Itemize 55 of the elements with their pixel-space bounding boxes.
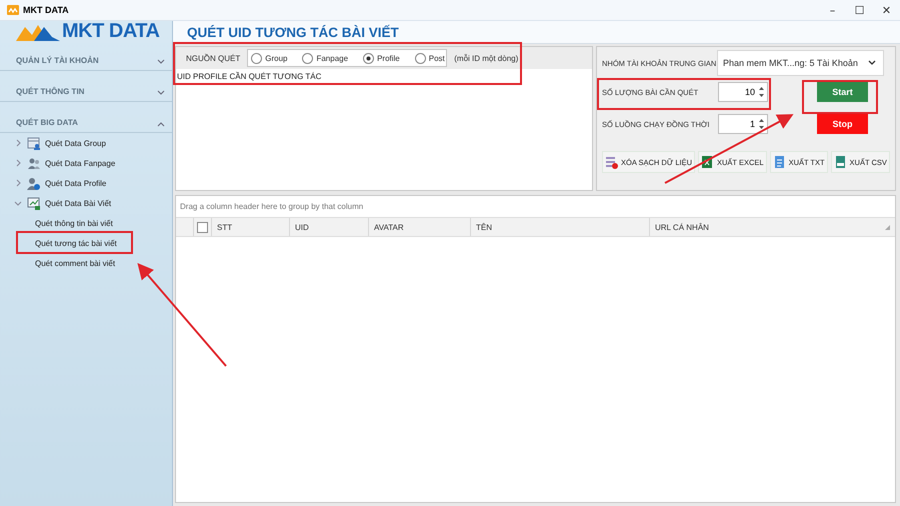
radio-label[interactable]: Fanpage [316, 54, 348, 62]
clear-list-icon [605, 155, 618, 169]
window-title: MKT DATA [23, 5, 70, 15]
spinner-value: 10 [744, 87, 756, 97]
column-header[interactable]: AVATAR [369, 218, 471, 236]
nav-subitem[interactable]: Quét comment bài viết [35, 256, 116, 270]
nav-item[interactable]: Quét Data Fanpage [45, 158, 116, 168]
nav-item[interactable]: Quét Data Profile [45, 178, 106, 188]
hint-text: (mỗi ID một dòng) [454, 54, 518, 62]
radio-label[interactable]: Profile [377, 54, 400, 62]
field-label: NGUỒN QUÉT [186, 54, 240, 62]
nav-item[interactable]: Quét Data Group [45, 138, 106, 148]
monitor-chart-icon [27, 196, 40, 210]
number-spinner[interactable]: 1 [718, 114, 768, 134]
person-info-icon [27, 176, 40, 190]
section-header[interactable]: QUÉT THÔNG TIN [16, 87, 84, 96]
radio-checked[interactable] [363, 52, 374, 64]
stop-button[interactable]: Stop [817, 114, 868, 134]
section-header[interactable]: QUẢN LÝ TÀI KHOẢN [16, 56, 99, 65]
radio-unchecked[interactable] [302, 52, 314, 64]
column-header[interactable]: URL CÁ NHÂN [650, 218, 895, 236]
radio-label[interactable]: Post [428, 54, 445, 62]
start-button[interactable]: Start [817, 82, 868, 102]
up-down-arrows-icon [758, 117, 765, 131]
chevron-down-icon [868, 60, 876, 66]
nav-subitem[interactable]: Quét thông tin bài viết [35, 216, 113, 230]
nav-item[interactable]: Quét Data Bài Viết [45, 198, 112, 208]
grid-person-icon [27, 136, 40, 150]
uid-input-area[interactable]: UID PROFILE CẦN QUÉT TƯƠNG TÁC [176, 69, 592, 190]
select-all-checkbox[interactable] [197, 222, 208, 232]
people-icon [27, 156, 40, 170]
radio-unchecked[interactable] [414, 52, 426, 64]
column-header[interactable]: TÊN [471, 218, 650, 236]
minimize-button[interactable]: – [819, 0, 846, 20]
dropdown-value: Phan mem MKT...ng: 5 Tài Khoản [723, 58, 858, 68]
group-panel-hint: Drag a column header here to group by that column [180, 202, 364, 211]
radio-label[interactable]: Group [265, 54, 288, 62]
resize-grip-icon [884, 224, 891, 230]
spinner-value: 1 [748, 119, 756, 129]
number-spinner[interactable]: 10 [718, 82, 768, 102]
radio-unchecked[interactable] [251, 52, 262, 64]
document-icon [772, 155, 786, 169]
column-header[interactable]: STT [212, 218, 290, 236]
up-down-arrows-icon [758, 85, 765, 99]
section-header[interactable]: QUÉT BIG DATA [16, 118, 78, 127]
close-button[interactable]: ✕ [873, 0, 900, 20]
column-header[interactable]: UID [290, 218, 369, 236]
maximize-button[interactable]: ☐ [846, 0, 873, 20]
nav-subitem[interactable]: Quét tương tác bài viết [35, 236, 117, 250]
account-group-dropdown[interactable]: Phan mem MKT...ng: 5 Tài Khoản [717, 50, 884, 76]
page-title: QUÉT UID TƯƠNG TÁC BÀI VIẾT [187, 24, 399, 40]
csv-file-icon [834, 155, 847, 169]
app-logo-icon [7, 5, 19, 15]
input-label: UID PROFILE CẦN QUÉT TƯƠNG TÁC [176, 70, 322, 81]
logo-text: MKT DATA [62, 20, 160, 40]
